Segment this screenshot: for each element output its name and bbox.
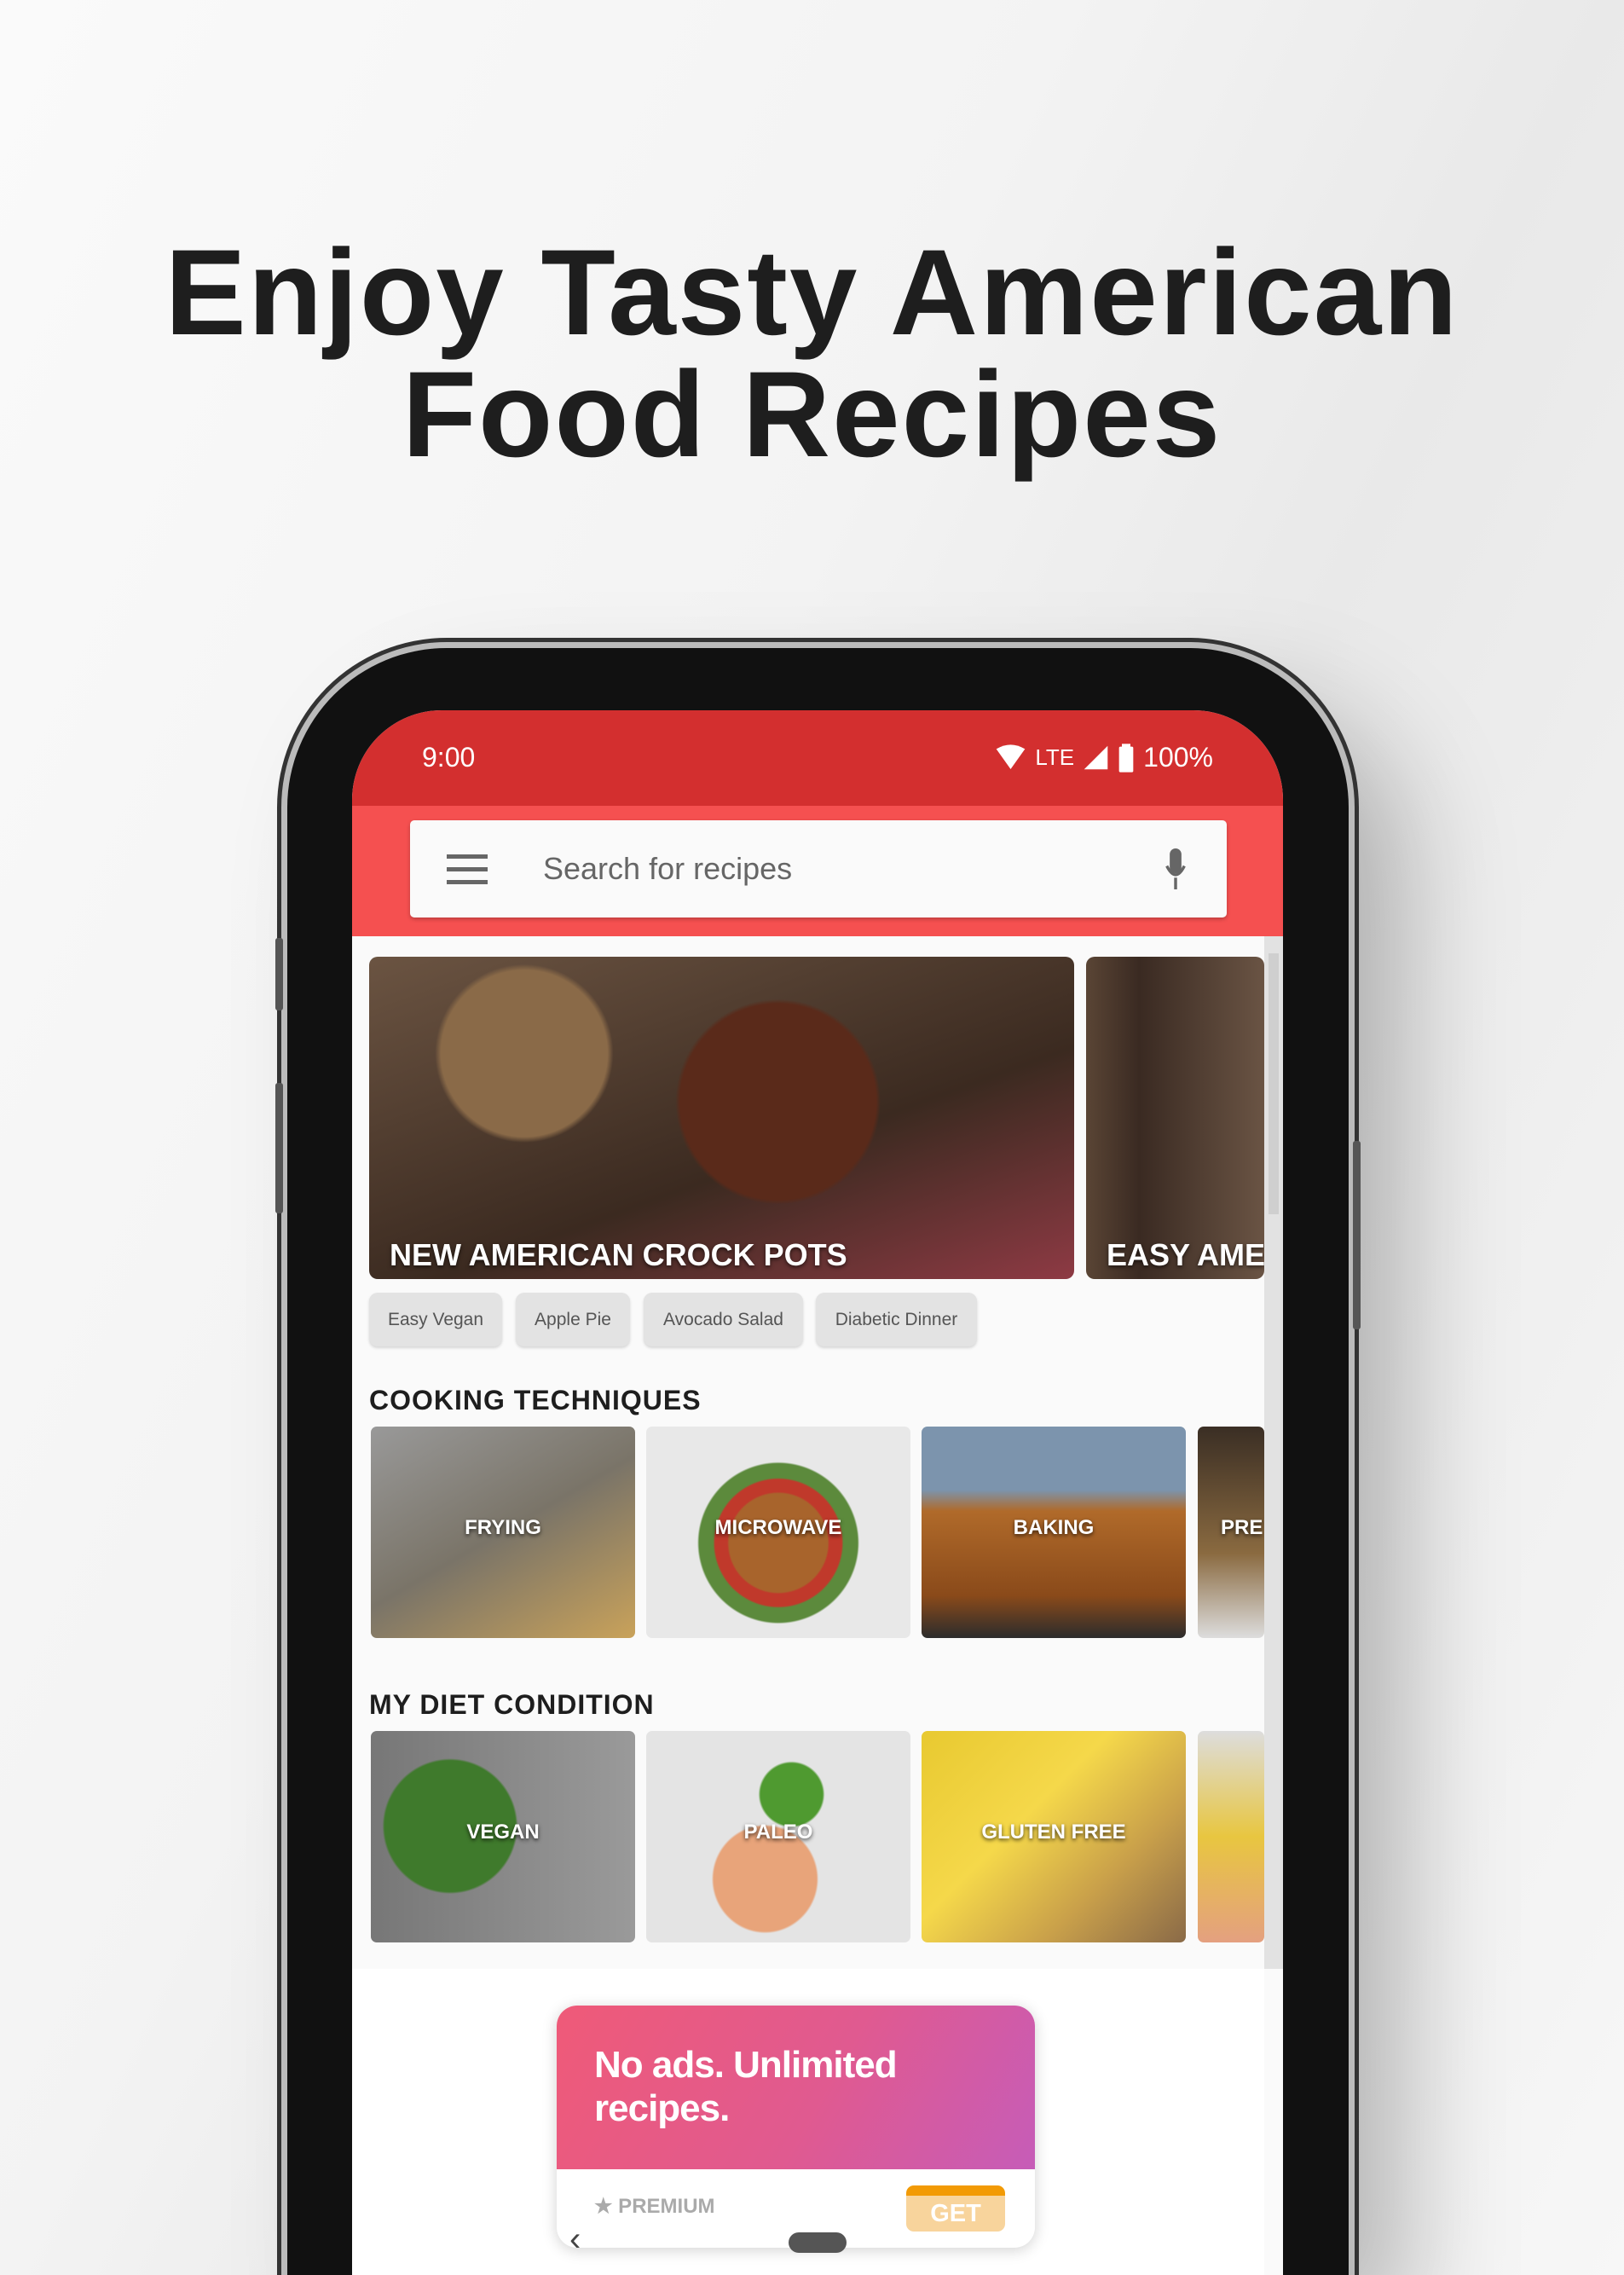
premium-label: ★ PREMIUM — [594, 2195, 715, 2218]
phone-screen: 9:00 LTE 100% Search for recipes NEW AME… — [352, 710, 1283, 2275]
content: NEW AMERICAN CROCK POTS EASY AME Easy Ve… — [352, 936, 1283, 2275]
tile-label: BAKING — [1013, 1516, 1095, 1539]
home-pill[interactable] — [789, 2232, 847, 2253]
banner-title: NEW AMERICAN CROCK POTS — [390, 1237, 847, 1272]
scrollbar[interactable] — [1264, 936, 1283, 1969]
battery-level: 100% — [1143, 742, 1213, 773]
microphone-icon[interactable] — [1165, 848, 1186, 889]
search-bar[interactable]: Search for recipes — [410, 820, 1227, 918]
promo-headline: No ads. Unlimited recipes. — [557, 2006, 1035, 2169]
status-bar: 9:00 LTE 100% — [352, 710, 1283, 806]
section-title: COOKING TECHNIQUES — [369, 1385, 702, 1415]
banner-card[interactable]: NEW AMERICAN CROCK POTS — [369, 957, 1074, 1279]
clock: 9:00 — [422, 742, 476, 773]
headline-line-1: Enjoy Tasty American — [165, 225, 1459, 361]
battery-icon — [1118, 743, 1134, 773]
wifi-icon — [997, 744, 1026, 769]
tile-microwave[interactable]: MICROWAVE — [646, 1427, 910, 1638]
tile-paleo[interactable]: PALEO — [646, 1731, 910, 1942]
network-type: LTE — [1035, 744, 1075, 770]
headline: Enjoy Tasty American Food Recipes — [0, 232, 1624, 476]
chip-avocado-salad[interactable]: Avocado Salad — [644, 1293, 803, 1346]
chip-diabetic-dinner[interactable]: Diabetic Dinner — [816, 1293, 977, 1346]
signal-icon — [1084, 745, 1108, 770]
search-input[interactable]: Search for recipes — [543, 851, 1165, 887]
app-store-screenshot: Enjoy Tasty American Food Recipes 9:00 L… — [0, 0, 1624, 2275]
tile-label: PRE — [1221, 1516, 1263, 1539]
back-chevron-icon[interactable]: ‹ — [569, 2222, 581, 2256]
toolbar: Search for recipes — [352, 806, 1283, 936]
chip-apple-pie[interactable]: Apple Pie — [516, 1293, 630, 1346]
banner-card[interactable]: EASY AME — [1086, 957, 1264, 1279]
tile-label: PALEO — [743, 1821, 813, 1844]
tile-gluten-free[interactable]: GLUTEN FREE — [922, 1731, 1186, 1942]
tile-label: VEGAN — [466, 1821, 540, 1844]
tile-pre[interactable]: PRE — [1198, 1427, 1264, 1638]
chip-easy-vegan[interactable]: Easy Vegan — [369, 1293, 502, 1346]
phone-button — [275, 938, 283, 1010]
banner-title: EASY AME — [1107, 1237, 1264, 1272]
get-button[interactable]: GET — [906, 2185, 1005, 2232]
tile-more[interactable] — [1198, 1731, 1264, 1942]
section-title: MY DIET CONDITION — [369, 1689, 655, 1720]
tile-frying[interactable]: FRYING — [371, 1427, 635, 1638]
headline-line-2: Food Recipes — [402, 347, 1222, 483]
tile-label: FRYING — [465, 1516, 541, 1539]
tile-label: MICROWAVE — [714, 1516, 842, 1539]
premium-card[interactable]: No ads. Unlimited recipes. ★ PREMIUM GET — [557, 2006, 1035, 2248]
tile-label: GLUTEN FREE — [981, 1821, 1126, 1844]
hamburger-icon[interactable] — [447, 854, 488, 884]
phone-button — [275, 1083, 283, 1213]
phone-button — [1353, 1141, 1361, 1329]
tile-baking[interactable]: BAKING — [922, 1427, 1186, 1638]
tile-vegan[interactable]: VEGAN — [371, 1731, 635, 1942]
